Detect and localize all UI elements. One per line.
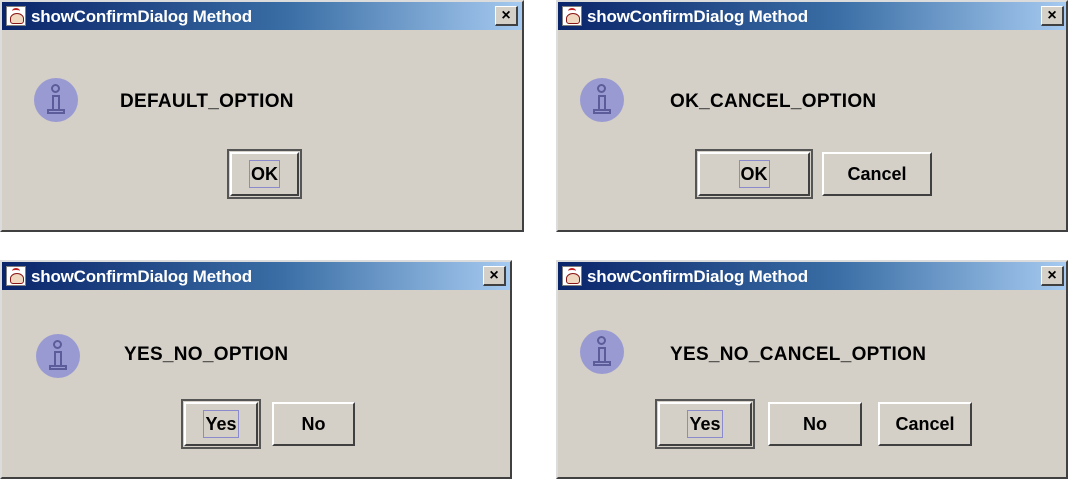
information-icon (36, 334, 80, 378)
dialog-title: showConfirmDialog Method (587, 267, 808, 286)
confirm-dialog-ok-cancel-option: showConfirmDialog Method × OK_CANCEL_OPT… (556, 0, 1068, 232)
button-label: Cancel (847, 163, 907, 184)
information-icon (34, 78, 78, 122)
close-button[interactable]: × (1041, 6, 1064, 26)
button-label: Yes (203, 410, 239, 438)
button-label: OK (738, 160, 770, 188)
dialog-message: YES_NO_CANCEL_OPTION (670, 344, 927, 365)
yes-button[interactable]: Yes (655, 399, 755, 449)
dialog-message: DEFAULT_OPTION (120, 91, 294, 112)
title-bar[interactable]: showConfirmDialog Method × (2, 2, 522, 30)
dialog-message: YES_NO_OPTION (124, 344, 289, 365)
close-button[interactable]: × (495, 6, 518, 26)
information-icon (580, 330, 624, 374)
close-button[interactable]: × (483, 266, 506, 286)
no-button[interactable]: No (272, 402, 355, 446)
yes-button[interactable]: Yes (181, 399, 261, 449)
dialog-title: showConfirmDialog Method (587, 7, 808, 26)
button-label: Yes (687, 410, 723, 438)
ok-button[interactable]: OK (227, 149, 302, 199)
cancel-button[interactable]: Cancel (822, 152, 932, 196)
java-cup-icon (6, 266, 26, 286)
java-cup-icon (562, 6, 582, 26)
confirm-dialog-default-option: showConfirmDialog Method × DEFAULT_OPTIO… (0, 0, 524, 232)
confirm-dialog-yes-no-cancel-option: showConfirmDialog Method × YES_NO_CANCEL… (556, 260, 1068, 479)
java-cup-icon (562, 266, 582, 286)
button-label: No (803, 413, 827, 434)
dialog-title: showConfirmDialog Method (31, 267, 252, 286)
button-label: Cancel (895, 413, 955, 434)
confirm-dialog-yes-no-option: showConfirmDialog Method × YES_NO_OPTION… (0, 260, 512, 479)
no-button[interactable]: No (768, 402, 862, 446)
cancel-button[interactable]: Cancel (878, 402, 972, 446)
ok-button[interactable]: OK (695, 149, 813, 199)
title-bar[interactable]: showConfirmDialog Method × (2, 262, 510, 290)
dialog-title: showConfirmDialog Method (31, 7, 252, 26)
button-label: No (301, 413, 326, 434)
button-label: OK (249, 160, 280, 188)
information-icon (580, 78, 624, 122)
java-cup-icon (6, 6, 26, 26)
title-bar[interactable]: showConfirmDialog Method × (558, 262, 1066, 290)
title-bar[interactable]: showConfirmDialog Method × (558, 2, 1066, 30)
close-button[interactable]: × (1041, 266, 1064, 286)
dialog-message: OK_CANCEL_OPTION (670, 91, 877, 112)
